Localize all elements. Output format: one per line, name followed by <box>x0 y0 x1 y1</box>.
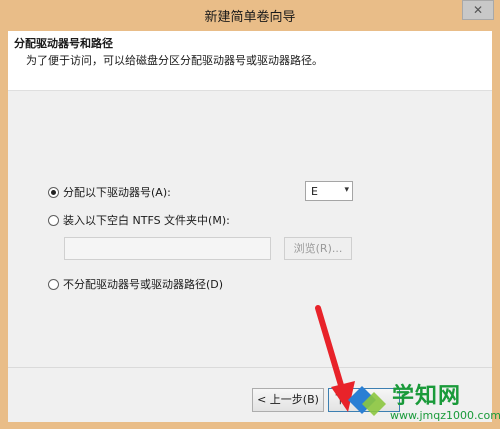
drive-letter-select[interactable]: E ▾ <box>305 181 353 201</box>
watermark-name: 学知网 <box>392 384 462 409</box>
folder-path-input[interactable] <box>64 237 271 260</box>
no-assign-label: 不分配驱动器号或驱动器路径(D) <box>63 278 224 291</box>
wizard-content: 分配以下驱动器号(A): E ▾ 装入以下空白 NTFS 文件夹中(M): 浏览… <box>8 91 492 367</box>
mount-folder-label: 装入以下空白 NTFS 文件夹中(M): <box>63 214 230 227</box>
back-button[interactable]: < 上一步(B) <box>252 388 324 412</box>
logo-mark-icon <box>348 386 386 416</box>
browse-button[interactable]: 浏览(R)... <box>284 237 352 260</box>
wizard-client-area: 分配驱动器号和路径 为了便于访问，可以给磁盘分区分配驱动器号或驱动器路径。 分配… <box>8 31 492 422</box>
close-icon: ✕ <box>472 3 484 17</box>
watermark-logo: 学知网 www.jmqz1000.com <box>348 378 500 429</box>
drive-letter-value: E <box>311 185 318 198</box>
no-assign-option[interactable]: 不分配驱动器号或驱动器路径(D) <box>48 276 223 292</box>
wizard-window: 新建简单卷向导 ✕ 分配驱动器号和路径 为了便于访问，可以给磁盘分区分配驱动器号… <box>0 0 500 429</box>
page-title: 分配驱动器号和路径 <box>14 37 113 50</box>
mount-folder-option[interactable]: 装入以下空白 NTFS 文件夹中(M): <box>48 212 230 228</box>
window-title: 新建简单卷向导 <box>204 10 296 25</box>
watermark-url: www.jmqz1000.com <box>390 409 500 422</box>
chevron-down-icon: ▾ <box>344 185 349 195</box>
page-subtitle: 为了便于访问，可以给磁盘分区分配驱动器号或驱动器路径。 <box>26 54 323 67</box>
mount-folder-radio[interactable] <box>48 214 59 226</box>
assign-letter-option[interactable]: 分配以下驱动器号(A): <box>48 184 171 200</box>
title-bar: 新建简单卷向导 ✕ <box>0 0 500 31</box>
assign-letter-label: 分配以下驱动器号(A): <box>63 186 171 199</box>
close-button[interactable]: ✕ <box>462 0 494 20</box>
assign-letter-radio[interactable] <box>48 186 59 198</box>
no-assign-radio[interactable] <box>48 278 59 290</box>
wizard-header: 分配驱动器号和路径 为了便于访问，可以给磁盘分区分配驱动器号或驱动器路径。 <box>8 31 492 91</box>
